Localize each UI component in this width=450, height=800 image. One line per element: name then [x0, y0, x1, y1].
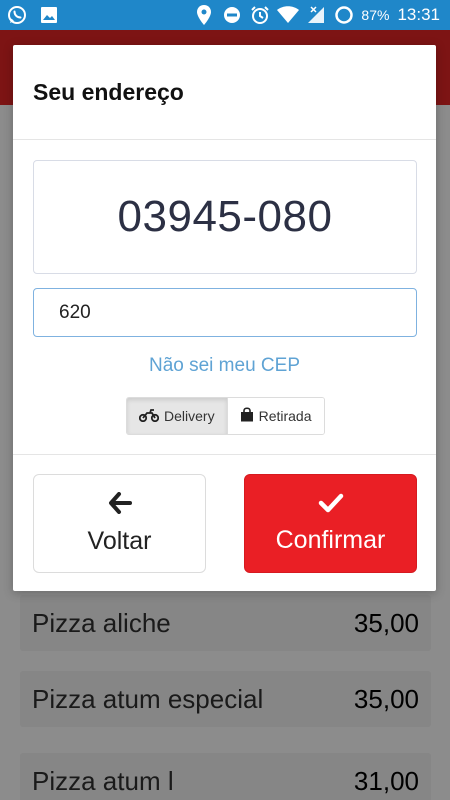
confirm-button[interactable]: Confirmar	[244, 474, 417, 573]
product-name: Pizza atum especial	[32, 683, 264, 714]
do-not-disturb-icon	[221, 4, 243, 26]
battery-icon	[333, 4, 355, 26]
status-bar: 87% 13:31	[0, 0, 450, 30]
list-item[interactable]: Pizza atum l 31,00	[20, 753, 431, 800]
clock-time: 13:31	[397, 5, 440, 24]
check-icon	[318, 493, 344, 518]
address-number-input[interactable]	[33, 288, 417, 337]
battery-percentage: 87%	[361, 7, 390, 23]
confirm-button-label: Confirmar	[275, 525, 386, 554]
dont-know-cep-link[interactable]: Não sei meu CEP	[13, 355, 436, 377]
back-button[interactable]: Voltar	[33, 474, 206, 573]
whatsapp-icon	[6, 4, 28, 26]
pickup-option[interactable]: Retirada	[226, 398, 324, 434]
delivery-option[interactable]: Delivery	[127, 398, 227, 434]
product-price: 35,00	[353, 607, 419, 638]
cep-value: 03945-080	[117, 192, 333, 241]
delivery-label: Delivery	[164, 408, 215, 424]
alarm-icon	[249, 4, 271, 26]
arrow-left-icon	[108, 491, 132, 519]
shopping-bag-icon	[240, 407, 254, 425]
back-button-label: Voltar	[87, 526, 152, 555]
delivery-type-toggle: Delivery Retirada	[126, 397, 325, 435]
address-modal: Seu endereço 03945-080 Não sei meu CEP D…	[13, 45, 436, 591]
location-icon	[193, 4, 215, 26]
product-name: Pizza atum l	[32, 765, 174, 796]
modal-header: Seu endereço	[13, 45, 436, 140]
wifi-icon	[277, 4, 300, 26]
motorcycle-icon	[138, 408, 160, 425]
cep-field[interactable]: 03945-080	[33, 160, 417, 274]
list-item[interactable]: Pizza aliche 35,00	[20, 595, 431, 651]
image-icon	[38, 4, 60, 26]
product-price: 31,00	[353, 765, 419, 796]
signal-icon	[305, 4, 327, 26]
pickup-label: Retirada	[258, 408, 312, 424]
modal-title: Seu endereço	[33, 78, 184, 105]
footer-divider	[13, 454, 436, 455]
product-price: 35,00	[353, 683, 419, 714]
list-item[interactable]: Pizza atum especial 35,00	[20, 671, 431, 727]
product-name: Pizza aliche	[32, 607, 171, 638]
